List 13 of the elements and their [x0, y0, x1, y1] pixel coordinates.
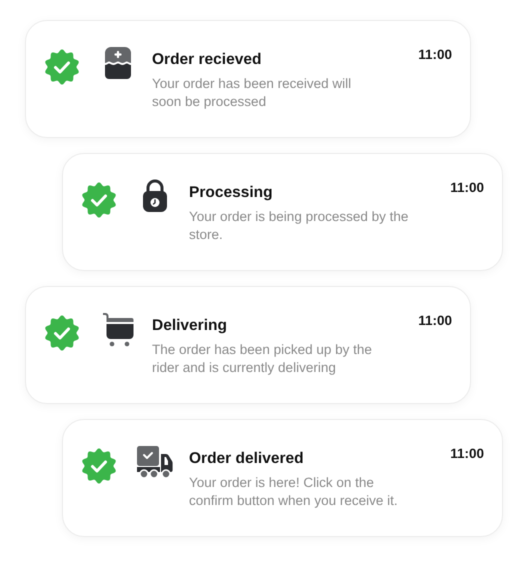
step-description: The order has been picked up by the rider and is currently delivering — [152, 341, 373, 377]
step-time: 11:00 — [418, 47, 452, 62]
step-description: Your order is being processed by the store. — [189, 208, 410, 244]
step-title: Processing — [189, 184, 274, 202]
step-time: 11:00 — [450, 180, 484, 195]
step-description: Your order has been received will soon be processed — [152, 75, 352, 111]
truck-icon — [136, 444, 174, 480]
step-time: 11:00 — [418, 313, 452, 328]
step-time: 11:00 — [450, 446, 484, 461]
step-title: Order delivered — [189, 450, 305, 468]
step-title: Order recieved — [152, 51, 262, 69]
step-description: Your order is here! Click on the confirm button when you receive it. — [189, 474, 399, 510]
step-title: Delivering — [152, 317, 228, 335]
